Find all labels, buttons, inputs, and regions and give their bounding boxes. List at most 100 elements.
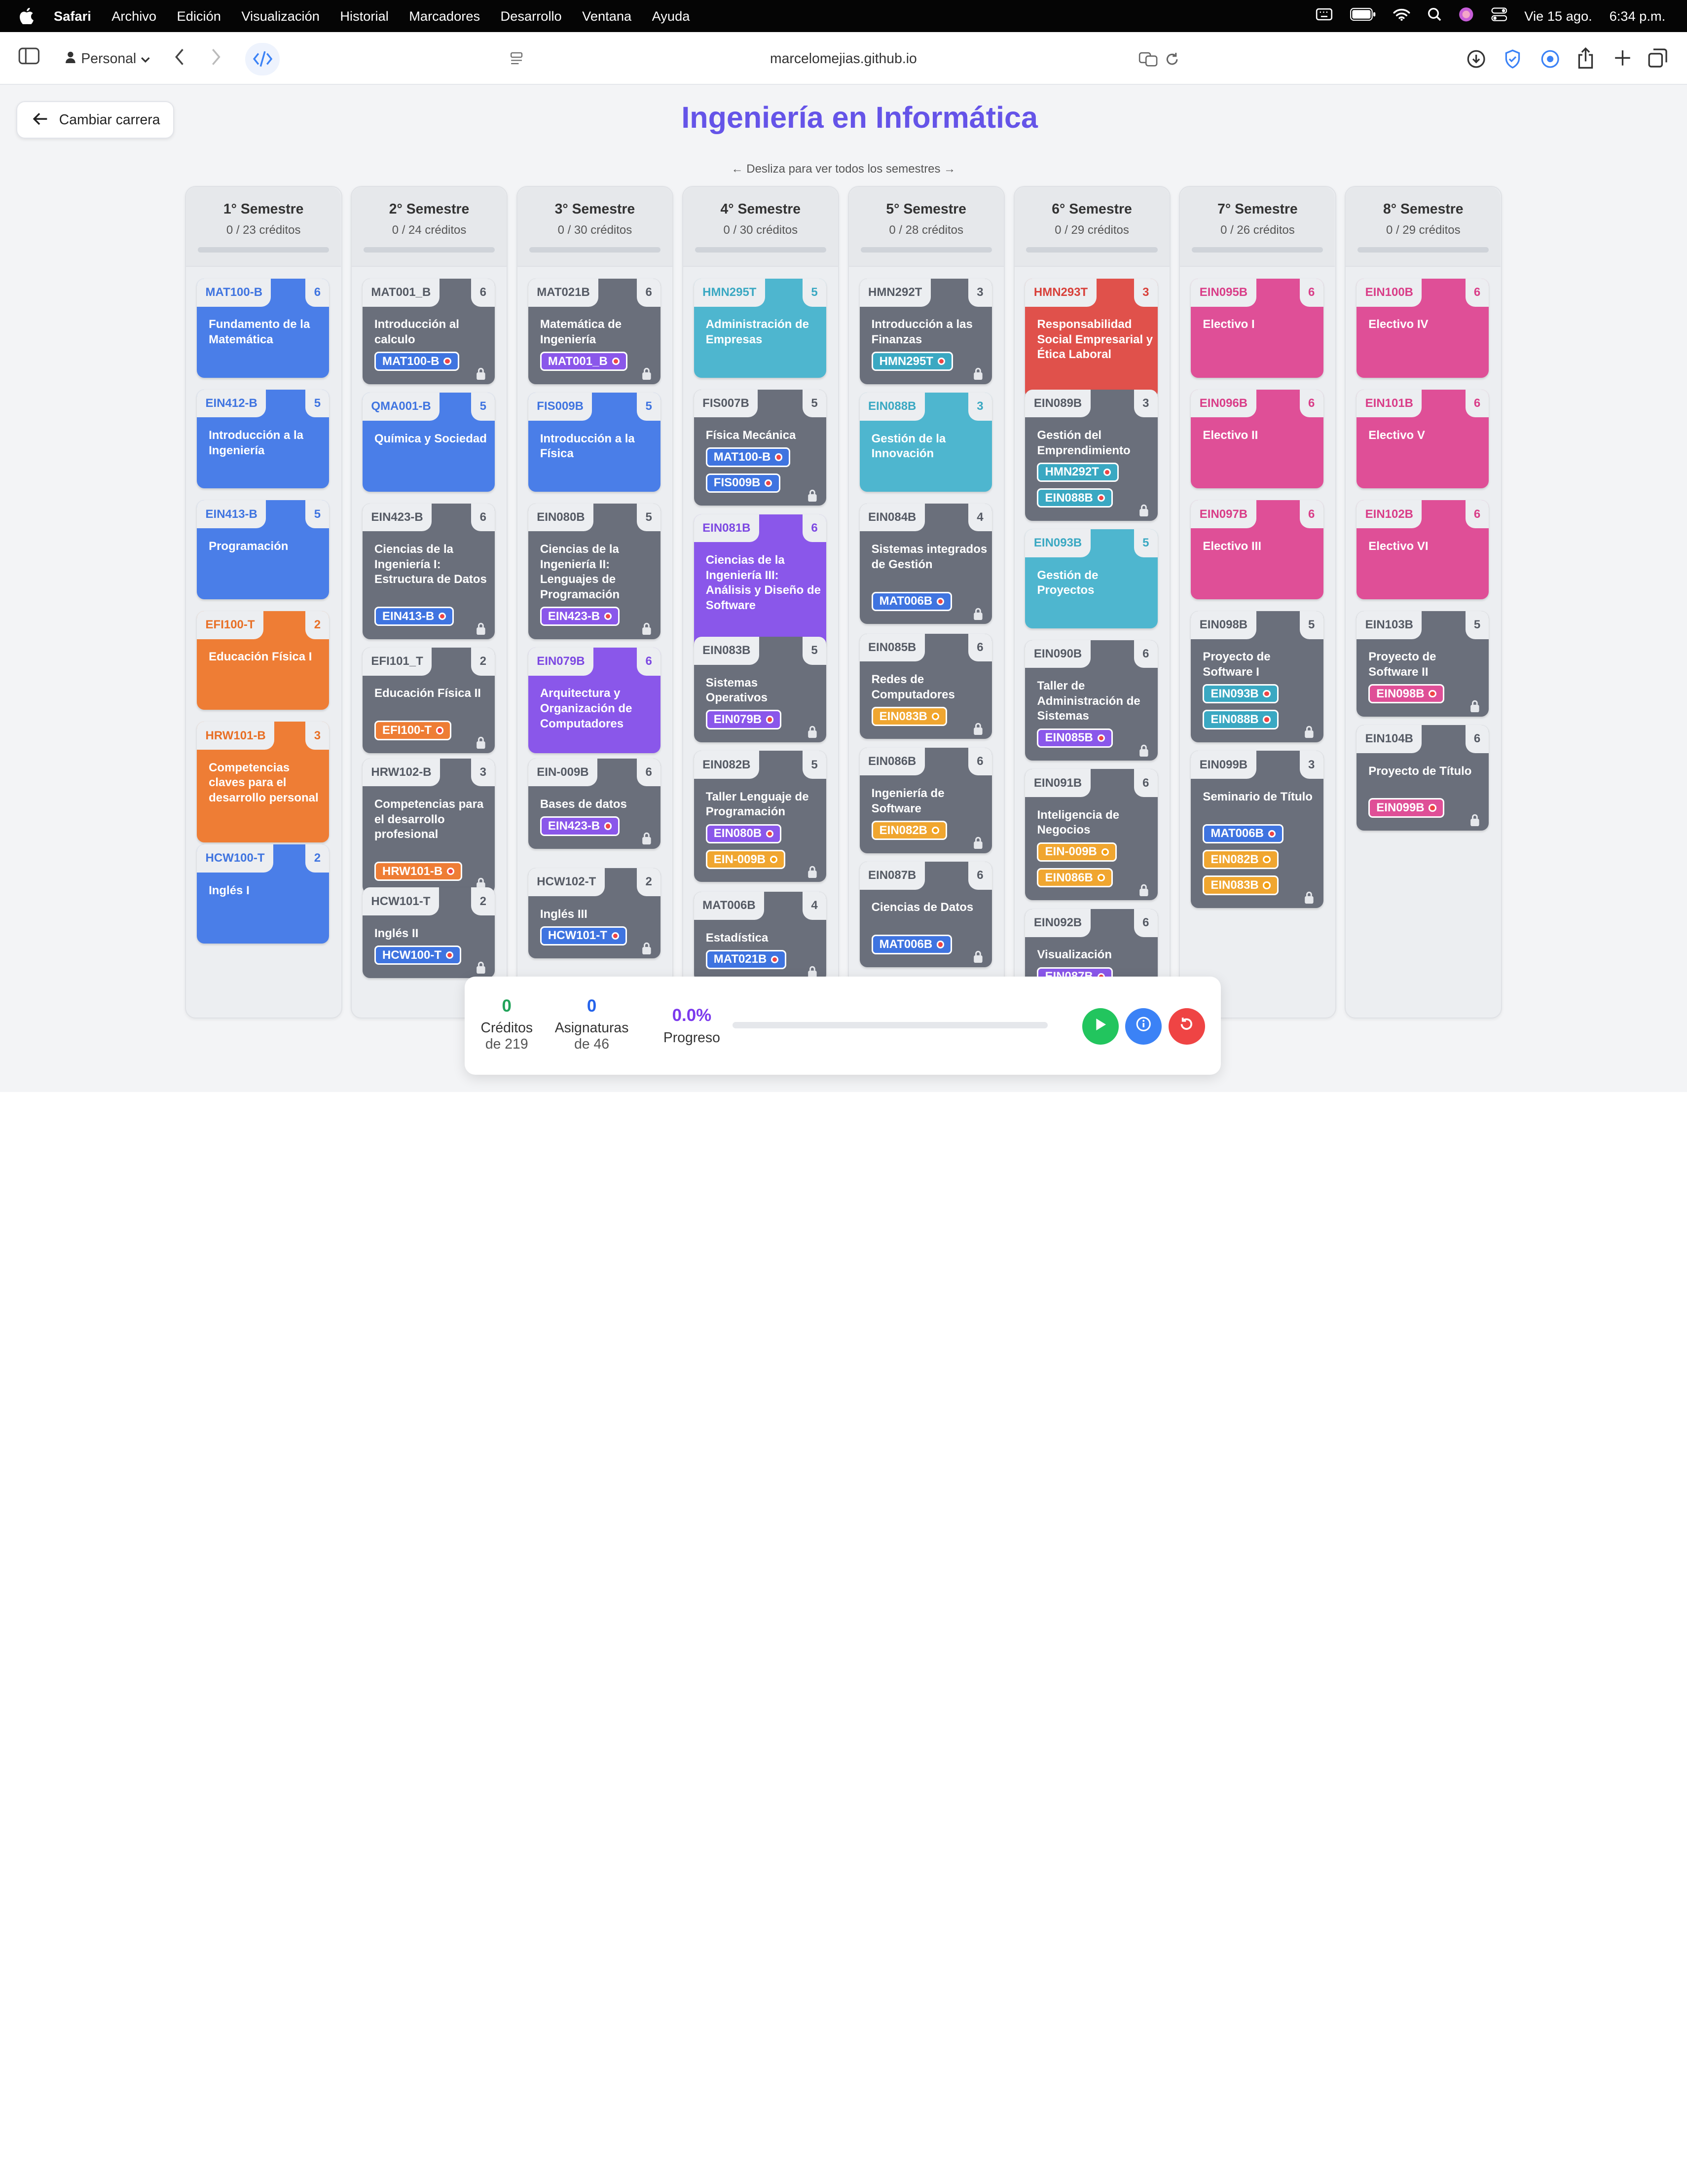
semester-credits: 0 / 24 créditos — [392, 223, 467, 237]
course-card[interactable]: EIN103B 5 Proyecto de Software II EIN098B — [1357, 611, 1489, 717]
web-inspector-icon[interactable] — [245, 43, 280, 75]
course-card[interactable]: EIN423-B 6 Ciencias de la Ingeniería I: Es… — [362, 503, 495, 639]
course-card[interactable]: EIN086B 6 Ingeniería de Software EIN082B — [859, 747, 992, 853]
course-card[interactable]: EIN088B 3 Gestión de la Innovación — [859, 393, 992, 492]
course-card[interactable]: EIN089B 3 Gestión del Emprendimiento HMN292… — [1025, 389, 1158, 521]
privacy-shield-icon[interactable] — [1504, 49, 1521, 69]
course-card[interactable]: FIS009B 5 Introducción a la Física — [528, 393, 661, 492]
course-card[interactable]: HMN295T 5 Administración de Empresas — [694, 278, 826, 378]
course-card[interactable]: FIS007B 5 Física Mecánica MAT100-B FIS009B — [694, 389, 826, 506]
menu-desarrollo[interactable]: Desarrollo — [501, 8, 562, 24]
translate-icon[interactable] — [1138, 52, 1158, 67]
course-card[interactable]: MAT006B 4 Estadística MAT021B — [694, 892, 826, 983]
course-card[interactable]: EIN083B 5 Sistemas Operativos EIN079B — [694, 637, 826, 742]
course-card[interactable]: EIN087B 6 Ciencias de Datos MAT006B — [859, 861, 992, 967]
course-card[interactable]: EIN096B 6 Electivo II — [1191, 389, 1323, 489]
prerequisite-code: FIS009B — [713, 476, 761, 490]
course-card[interactable]: MAT021B 6 Matemática de Ingeniería MAT001_B — [528, 278, 661, 384]
menu-app-name[interactable]: Safari — [54, 8, 91, 24]
course-card[interactable]: EIN104B 6 Proyecto de Título EIN099B — [1357, 725, 1489, 831]
back-icon[interactable] — [174, 48, 185, 66]
course-card[interactable]: HMN292T 3 Introducción a las Finanzas HMN29… — [859, 278, 992, 384]
reset-button[interactable] — [1168, 1008, 1205, 1045]
menu-edicion[interactable]: Edición — [177, 8, 221, 24]
course-card[interactable]: EIN085B 6 Redes de Computadores EIN083B — [859, 633, 992, 739]
course-name: Arquitectura y Organización de Computado… — [540, 687, 632, 730]
play-button[interactable] — [1082, 1008, 1119, 1045]
course-code: EIN088B — [859, 393, 925, 421]
course-card[interactable]: HRW102-B 3 Competencias para el desarrollo… — [362, 758, 495, 894]
course-card[interactable]: QMA001-B 5 Química y Sociedad — [362, 393, 495, 492]
keyboard-icon[interactable] — [1316, 8, 1333, 24]
course-card[interactable]: MAT100-B 6 Fundamento de la Matemática — [197, 278, 330, 378]
menu-marcadores[interactable]: Marcadores — [409, 8, 480, 24]
menu-archivo[interactable]: Archivo — [111, 8, 156, 24]
course-credits: 5 — [803, 751, 826, 779]
share-icon[interactable] — [1577, 47, 1594, 69]
forward-icon[interactable] — [211, 48, 221, 66]
menu-ayuda[interactable]: Ayuda — [652, 8, 690, 24]
course-card[interactable]: EIN099B 3 Seminario de Título MAT006B EIN082… — [1191, 751, 1323, 908]
menu-historial[interactable]: Historial — [340, 8, 388, 24]
tab-overview-icon[interactable] — [1648, 48, 1667, 68]
course-card[interactable]: EIN100B 6 Electivo IV — [1357, 278, 1489, 378]
extension-icon[interactable] — [1540, 49, 1560, 69]
menu-ventana[interactable]: Ventana — [582, 8, 631, 24]
course-card[interactable]: EIN082B 5 Taller Lenguaje de Programación E… — [694, 751, 826, 882]
course-card[interactable]: EIN079B 6 Arquitectura y Organización de C… — [528, 647, 661, 753]
prerequisite-badge: EIN098B — [1368, 684, 1444, 704]
course-card[interactable]: EIN412-B 5 Introducción a la Ingeniería — [197, 389, 330, 489]
apple-logo-icon[interactable] — [19, 7, 35, 25]
semester-progress-bar — [198, 247, 330, 253]
course-card[interactable]: EIN-009B 6 Bases de datos EIN423-B — [528, 758, 661, 849]
course-card[interactable]: EIN091B 6 Inteligencia de Negocios EIN-009B… — [1025, 769, 1158, 901]
address-bar[interactable]: marcelomejias.github.io — [501, 43, 1186, 75]
course-card[interactable]: EIN101B 6 Electivo V — [1357, 389, 1489, 489]
semester-header: 3° Semestre 0 / 30 créditos — [517, 187, 672, 267]
siri-icon[interactable] — [1459, 7, 1474, 26]
course-card[interactable]: EIN093B 5 Gestión de Proyectos — [1025, 529, 1158, 628]
menubar-time[interactable]: 6:34 p.m. — [1610, 8, 1666, 24]
semester-progress-bar — [1192, 247, 1323, 253]
control-center-icon[interactable] — [1491, 7, 1507, 25]
wifi-icon[interactable] — [1393, 8, 1410, 24]
course-card[interactable]: EIN095B 6 Electivo I — [1191, 278, 1323, 378]
course-card[interactable]: HRW101-B 3 Competencias claves para el des… — [197, 722, 330, 842]
new-tab-icon[interactable] — [1614, 49, 1631, 67]
course-code: MAT001_B — [362, 278, 440, 307]
course-card[interactable]: HCW102-T 2 Inglés III HCW101-T — [528, 868, 661, 959]
course-card[interactable]: MAT001_B 6 Introducción al calculo MAT100-B — [362, 278, 495, 384]
course-card[interactable]: EIN081B 6 Ciencias de la Ingeniería III: A… — [694, 514, 826, 650]
lock-icon — [1304, 723, 1315, 738]
course-card[interactable]: EIN102B 6 Electivo VI — [1357, 500, 1489, 599]
course-card[interactable]: EIN080B 5 Ciencias de la Ingeniería II: Le… — [528, 503, 661, 639]
course-card[interactable]: HCW100-T 2 Inglés I — [197, 844, 330, 944]
course-card[interactable]: HCW101-T 2 Inglés II HCW100-T — [362, 887, 495, 978]
battery-icon[interactable] — [1350, 8, 1376, 24]
course-card[interactable]: EIN098B 5 Proyecto de Software I EIN093B EIN… — [1191, 611, 1323, 742]
profile-button[interactable]: Personal — [58, 43, 157, 75]
course-card[interactable]: EFI100-T 2 Educación Física I — [197, 611, 330, 710]
page-menu-icon[interactable] — [510, 52, 523, 67]
course-card[interactable]: EIN413-B 5 Programación — [197, 500, 330, 599]
downloads-icon[interactable] — [1467, 49, 1486, 69]
menubar-date[interactable]: Vie 15 ago. — [1524, 8, 1592, 24]
course-card[interactable]: EFI101_T 2 Educación Física II EFI100-T — [362, 647, 495, 753]
course-card[interactable]: EIN084B 4 Sistemas integrados de Gestión MA… — [859, 503, 992, 624]
prerequisite-badge: HRW101-B — [374, 861, 463, 881]
prerequisite-badge: HMN292T — [1037, 462, 1119, 482]
course-card[interactable]: EIN090B 6 Taller de Administración de Sist… — [1025, 640, 1158, 761]
url-text[interactable]: marcelomejias.github.io — [770, 51, 917, 67]
menu-visualizacion[interactable]: Visualización — [241, 8, 320, 24]
course-code: HMN295T — [694, 278, 765, 307]
lock-icon — [476, 958, 486, 974]
course-credits: 6 — [637, 647, 661, 676]
course-card[interactable]: EIN097B 6 Electivo III — [1191, 500, 1323, 599]
course-card[interactable]: HMN293T 3 Responsabilidad Social Empresari… — [1025, 278, 1158, 400]
info-button[interactable] — [1125, 1008, 1162, 1045]
spotlight-search-icon[interactable] — [1428, 7, 1441, 25]
lock-icon — [1469, 697, 1480, 713]
reload-icon[interactable] — [1165, 52, 1179, 67]
course-credits: 5 — [1134, 529, 1158, 557]
sidebar-toggle-icon[interactable] — [18, 47, 40, 65]
